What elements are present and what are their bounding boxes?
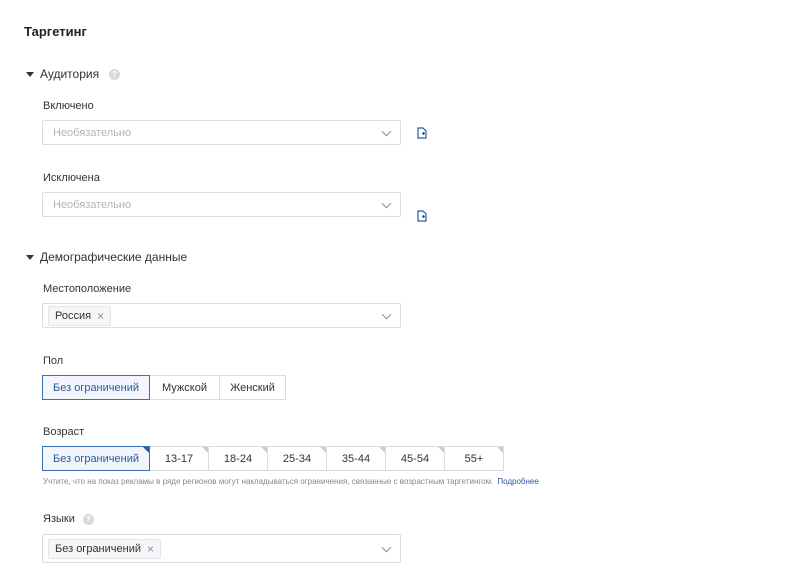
caret-down-icon xyxy=(26,254,34,260)
create-audience-icon[interactable] xyxy=(417,127,427,139)
age-label: Возраст xyxy=(43,426,85,438)
demographics-section-toggle[interactable]: Демографические данные xyxy=(26,250,187,264)
age-option-label: Без ограничений xyxy=(53,452,139,465)
learn-more-link[interactable]: Подробнее xyxy=(497,477,539,486)
language-chip: Без ограничений × xyxy=(48,538,162,559)
gender-selector: Без ограничений Мужской Женский xyxy=(42,375,286,400)
gender-option-male[interactable]: Мужской xyxy=(149,375,220,400)
demographics-section-label: Демографические данные xyxy=(40,250,188,264)
caret-down-icon xyxy=(26,71,34,77)
chevron-down-icon xyxy=(380,198,394,212)
create-audience-icon[interactable] xyxy=(417,210,427,222)
age-option-35-44[interactable]: 35-44 xyxy=(326,446,386,471)
age-option-label: 35-44 xyxy=(341,452,371,465)
gender-label: Пол xyxy=(43,355,64,367)
languages-label-row: Языки ? xyxy=(43,513,94,525)
location-select[interactable]: Россия × xyxy=(42,303,401,328)
age-option-18-24[interactable]: 18-24 xyxy=(208,446,268,471)
age-option-label: 25-34 xyxy=(282,452,312,465)
age-option-any[interactable]: Без ограничений xyxy=(42,446,150,471)
chevron-down-icon xyxy=(380,126,394,140)
age-note: Учтите, что на показ рекламы в ряде реги… xyxy=(43,477,539,486)
age-option-label: 13-17 xyxy=(164,452,194,465)
age-option-25-34[interactable]: 25-34 xyxy=(267,446,327,471)
excluded-placeholder: Необязательно xyxy=(53,198,132,211)
included-placeholder: Необязательно xyxy=(53,126,132,139)
age-selector: Без ограничений 13-17 18-24 25-34 35-44 … xyxy=(42,446,504,471)
age-option-label: 18-24 xyxy=(223,452,253,465)
chip-label: Без ограничений xyxy=(55,542,141,555)
age-option-label: 55+ xyxy=(464,452,484,465)
close-icon[interactable]: × xyxy=(147,542,154,556)
gender-option-female[interactable]: Женский xyxy=(219,375,286,400)
chevron-down-icon xyxy=(380,542,394,556)
included-label: Включено xyxy=(43,100,94,112)
chip-label: Россия xyxy=(55,309,92,322)
languages-label: Языки xyxy=(43,513,75,525)
page-title: Таргетинг xyxy=(24,24,87,39)
excluded-select[interactable]: Необязательно xyxy=(42,192,401,217)
help-icon[interactable]: ? xyxy=(109,68,121,80)
languages-select[interactable]: Без ограничений × xyxy=(42,534,401,563)
audience-section-label: Аудитория xyxy=(40,67,100,81)
help-icon[interactable]: ? xyxy=(82,513,94,525)
age-note-text: Учтите, что на показ рекламы в ряде реги… xyxy=(43,477,494,486)
age-option-label: 45-54 xyxy=(400,452,430,465)
age-option-45-54[interactable]: 45-54 xyxy=(385,446,445,471)
close-icon[interactable]: × xyxy=(97,309,104,323)
included-select[interactable]: Необязательно xyxy=(42,120,401,145)
corner-marker xyxy=(143,447,149,453)
excluded-label: Исключена xyxy=(43,172,100,184)
audience-section-toggle[interactable]: Аудитория ? xyxy=(26,67,121,81)
age-option-13-17[interactable]: 13-17 xyxy=(149,446,209,471)
location-label: Местоположение xyxy=(43,283,132,295)
location-chip: Россия × xyxy=(48,305,112,326)
corner-marker xyxy=(497,447,503,453)
chevron-down-icon xyxy=(380,309,394,323)
age-option-55-plus[interactable]: 55+ xyxy=(444,446,504,471)
gender-option-any[interactable]: Без ограничений xyxy=(42,375,150,400)
